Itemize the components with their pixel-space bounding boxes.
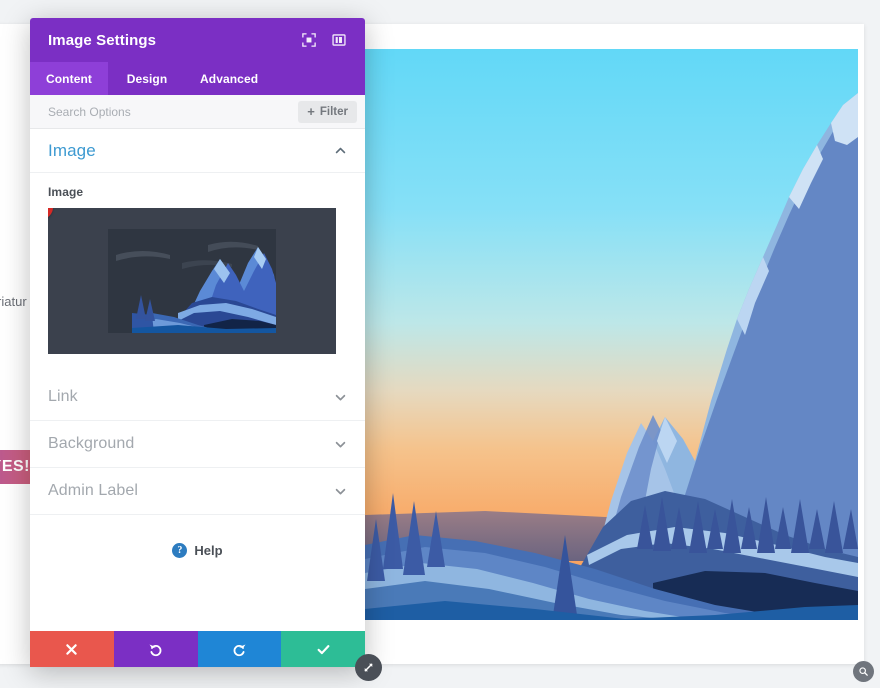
hero-image [365, 49, 858, 620]
accordion-title-background: Background [48, 435, 135, 452]
page-title: Image Settings [48, 31, 157, 49]
accordion-title-admin-label: Admin Label [48, 482, 139, 499]
zoom-control-button[interactable] [853, 661, 874, 682]
tab-advanced[interactable]: Advanced [186, 62, 272, 95]
accordion-title-image: Image [48, 140, 96, 160]
page-cta-label: YES! [0, 458, 30, 475]
accordion-title-link: Link [48, 388, 78, 405]
save-button[interactable] [281, 631, 365, 667]
accordion-row-admin-label[interactable]: Admin Label [30, 468, 365, 515]
filter-button[interactable]: + Filter [298, 100, 357, 123]
search-options-row: + Filter [30, 95, 365, 129]
accordion-body-image: Image 1 [30, 173, 365, 374]
tab-design[interactable]: Design [108, 62, 186, 95]
modal-tabs: Content Design Advanced [30, 62, 365, 95]
help-link[interactable]: ? Help [30, 515, 365, 585]
mountain-sunset-illustration [365, 49, 858, 620]
chevron-up-icon [335, 147, 346, 154]
undo-button[interactable] [113, 631, 198, 667]
undo-icon [149, 643, 162, 656]
close-icon [66, 643, 78, 655]
plus-icon: + [307, 104, 315, 119]
step-badge: 1 [48, 208, 53, 219]
image-field-label: Image [48, 185, 84, 199]
filter-button-label: Filter [319, 105, 348, 118]
accordion-row-background[interactable]: Background [30, 421, 365, 468]
modal-body: Image Image 1 [30, 129, 365, 631]
redo-button[interactable] [197, 631, 282, 667]
redo-icon [233, 643, 246, 656]
image-settings-modal: Image Settings Content Design Advanced S… [30, 18, 382, 681]
page-left-column: viouer. a dolor eiusmo a aliqu citation … [0, 100, 34, 312]
page-body-text: a dolor eiusmo a aliqu citation o cons t… [0, 294, 27, 309]
modal-footer [30, 631, 382, 681]
help-label: Help [194, 542, 223, 558]
screen: viouer. a dolor eiusmo a aliqu citation … [0, 0, 880, 688]
chevron-down-icon [335, 488, 346, 494]
layout-panel-icon-button[interactable] [327, 28, 351, 52]
image-preview-thumbnail [108, 229, 276, 333]
chevron-down-icon [335, 441, 346, 447]
accordion-row-link[interactable]: Link [30, 374, 365, 421]
page-heading: viouer. [0, 100, 34, 271]
expand-icon [302, 33, 316, 47]
cancel-button[interactable] [30, 631, 114, 667]
question-mark-icon: ? [172, 542, 188, 558]
modal-titlebar: Image Settings [30, 18, 365, 62]
chevron-down-icon [335, 394, 346, 400]
magnifier-icon [859, 667, 868, 676]
resize-handle[interactable] [355, 654, 382, 681]
tab-content[interactable]: Content [30, 62, 108, 95]
layout-panel-icon [332, 34, 346, 46]
page-cta-button[interactable]: YES! [0, 450, 34, 484]
diagonal-arrows-icon [364, 663, 373, 672]
check-icon [317, 644, 330, 654]
expand-icon-button[interactable] [297, 28, 321, 52]
search-input[interactable] [48, 104, 299, 119]
accordion-header-image[interactable]: Image [30, 129, 365, 173]
image-preview[interactable]: 1 [48, 208, 336, 354]
